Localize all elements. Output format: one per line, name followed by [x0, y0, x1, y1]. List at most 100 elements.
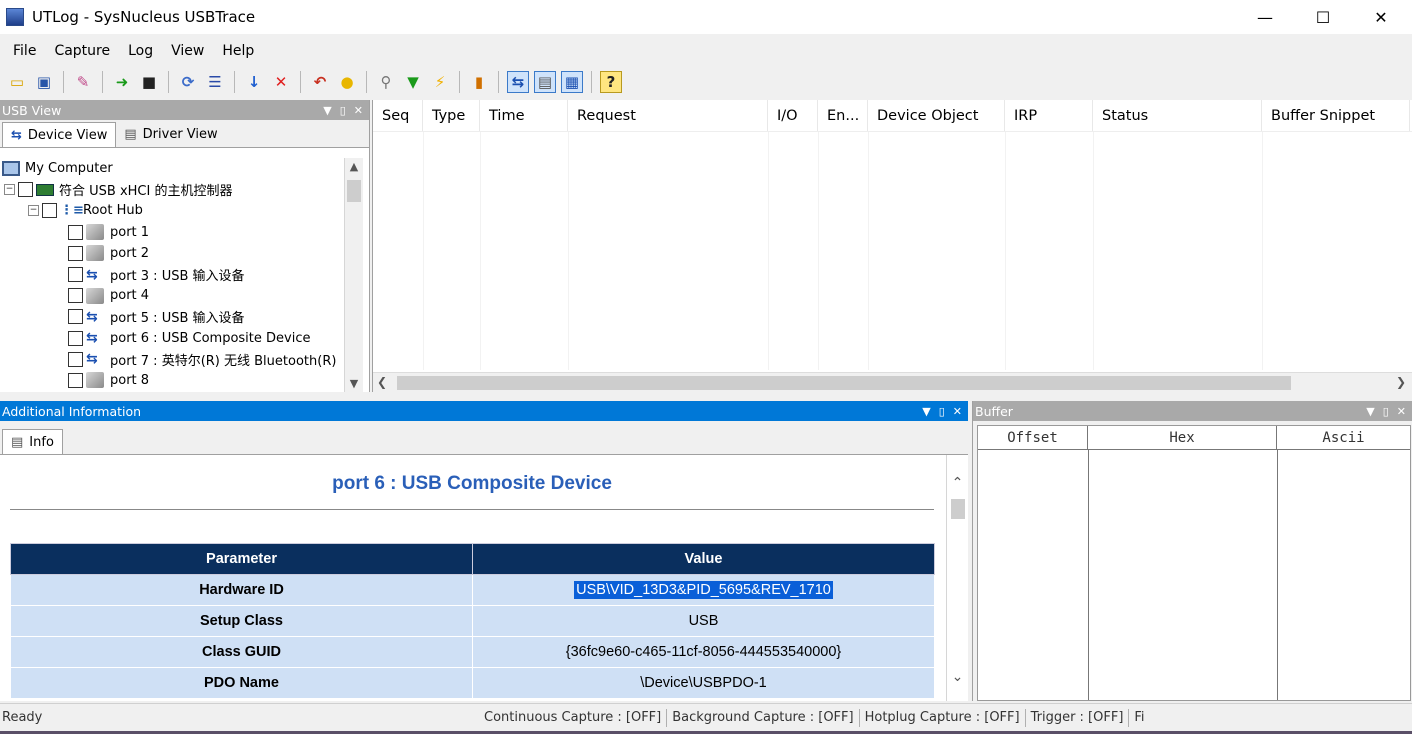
- refresh-icon[interactable]: ⟳: [177, 71, 199, 93]
- tree-item[interactable]: port 4: [0, 285, 344, 306]
- tree-item[interactable]: port 2: [0, 243, 344, 264]
- col-offset: Offset: [978, 426, 1088, 449]
- selected-text[interactable]: USB\VID_13D3&PID_5695&REV_1710: [574, 581, 833, 599]
- edit-pencil-icon[interactable]: ✎: [72, 71, 94, 93]
- close-button[interactable]: ✕: [1352, 0, 1410, 34]
- tree-item[interactable]: ⇆ port 6 : USB Composite Device: [0, 328, 344, 349]
- param-value[interactable]: USB: [472, 605, 935, 637]
- tab-info[interactable]: ▤ Info: [2, 429, 63, 454]
- status-bar: Ready Continuous Capture : [OFF] Backgro…: [0, 703, 1412, 731]
- status-separator: [1128, 708, 1130, 727]
- trigger-icon[interactable]: ⚡: [429, 71, 451, 93]
- panel-close-icon[interactable]: ✕: [1397, 405, 1406, 418]
- minimize-button[interactable]: —: [1236, 0, 1294, 34]
- collapse-icon[interactable]: −: [28, 205, 39, 217]
- scroll-right-icon[interactable]: ❯: [1396, 375, 1406, 389]
- tree-item[interactable]: − ⋮≡ Root Hub: [0, 200, 344, 221]
- tab-label: Driver View: [142, 127, 218, 142]
- col-io[interactable]: I/O: [768, 100, 818, 131]
- scroll-thumb[interactable]: [951, 499, 965, 519]
- scroll-down-icon[interactable]: ⌄: [947, 669, 968, 685]
- additional-info-title: Additional Information: [2, 403, 142, 419]
- collapse-icon[interactable]: −: [4, 184, 15, 196]
- buffer-view-icon[interactable]: ▦: [561, 71, 583, 93]
- divider: [10, 509, 934, 510]
- maximize-button[interactable]: ☐: [1294, 0, 1352, 34]
- tree-checkbox[interactable]: [68, 267, 83, 283]
- tree-checkbox[interactable]: [18, 182, 33, 198]
- tab-driver-view[interactable]: ▤ Driver View: [116, 122, 225, 147]
- panel-close-icon[interactable]: ✕: [953, 405, 962, 418]
- statistics-icon[interactable]: ▮: [468, 71, 490, 93]
- tree-checkbox[interactable]: [68, 288, 83, 304]
- scroll-down-icon[interactable]: ▼: [345, 377, 363, 390]
- panel-menu-icon[interactable]: ▼: [323, 104, 331, 117]
- tree-checkbox[interactable]: [42, 203, 57, 219]
- tree-item[interactable]: ⇆ port 5 : USB 输入设备: [0, 306, 344, 327]
- col-status[interactable]: Status: [1093, 100, 1262, 131]
- tree-item[interactable]: ⇆ port 7 : 英特尔(R) 无线 Bluetooth(R): [0, 349, 344, 370]
- tree-item-label: My Computer: [25, 161, 113, 177]
- col-irp[interactable]: IRP: [1005, 100, 1093, 131]
- list-icon[interactable]: ☰: [204, 71, 226, 93]
- menu-capture[interactable]: Capture: [45, 43, 119, 59]
- tree-checkbox[interactable]: [68, 224, 83, 240]
- open-folder-icon[interactable]: ▭: [6, 71, 28, 93]
- tree-item[interactable]: ⇆ port 3 : USB 输入设备: [0, 264, 344, 285]
- col-type[interactable]: Type: [423, 100, 480, 131]
- info-scrollbar[interactable]: ⌃ ⌄: [946, 455, 968, 701]
- column-gridline: [818, 132, 819, 370]
- param-value[interactable]: \Device\USBPDO-1: [472, 667, 935, 699]
- tree-checkbox[interactable]: [68, 309, 83, 325]
- tree-checkbox[interactable]: [68, 245, 83, 261]
- col-seq[interactable]: Seq: [373, 100, 423, 131]
- help-icon[interactable]: ?: [600, 71, 622, 93]
- panel-close-icon[interactable]: ✕: [354, 104, 363, 117]
- scroll-down-icon[interactable]: ↓: [243, 71, 265, 93]
- col-request[interactable]: Request: [568, 100, 768, 131]
- menu-file[interactable]: File: [4, 43, 45, 59]
- col-endpoint[interactable]: En...: [818, 100, 868, 131]
- tree-checkbox[interactable]: [68, 330, 83, 346]
- scroll-left-icon[interactable]: ❮: [377, 375, 387, 389]
- pin-icon[interactable]: ▯: [1383, 405, 1389, 418]
- menu-help[interactable]: Help: [213, 43, 263, 59]
- bulb-icon[interactable]: ●: [336, 71, 358, 93]
- col-device-object[interactable]: Device Object: [868, 100, 1005, 131]
- tree-checkbox[interactable]: [68, 372, 83, 388]
- find-icon[interactable]: ⚲: [375, 71, 397, 93]
- panel-menu-icon[interactable]: ▼: [1366, 405, 1374, 418]
- scroll-thumb[interactable]: [397, 376, 1291, 390]
- param-value[interactable]: {36fc9e60-c465-11cf-8056-444553540000}: [472, 636, 935, 668]
- col-hex: Hex: [1088, 426, 1277, 449]
- tab-device-view[interactable]: ⇆ Device View: [2, 122, 117, 147]
- pin-icon[interactable]: ▯: [340, 104, 346, 117]
- tree-item[interactable]: port 8: [0, 370, 344, 391]
- info-view-icon[interactable]: ▤: [534, 71, 556, 93]
- col-buffer-snippet[interactable]: Buffer Snippet: [1262, 100, 1410, 131]
- param-value[interactable]: USB\VID_13D3&PID_5695&REV_1710: [472, 574, 935, 606]
- menu-view[interactable]: View: [162, 43, 213, 59]
- col-time[interactable]: Time: [480, 100, 568, 131]
- tree-item[interactable]: My Computer: [0, 158, 344, 179]
- tree-item[interactable]: − 符合 USB xHCI 的主机控制器: [0, 179, 344, 200]
- column-gridline: [1262, 132, 1263, 370]
- tree-scrollbar[interactable]: ▲ ▼: [344, 158, 363, 392]
- scroll-up-icon[interactable]: ⌃: [947, 475, 968, 491]
- usb-view-icon[interactable]: ⇆: [507, 71, 529, 93]
- start-capture-icon[interactable]: ➜: [111, 71, 133, 93]
- clear-log-icon[interactable]: ✕: [270, 71, 292, 93]
- scroll-thumb[interactable]: [347, 180, 361, 202]
- menu-log[interactable]: Log: [119, 43, 162, 59]
- scroll-up-icon[interactable]: ▲: [345, 160, 363, 173]
- undo-icon[interactable]: ↶: [309, 71, 331, 93]
- stop-capture-icon[interactable]: ■: [138, 71, 160, 93]
- panel-menu-icon[interactable]: ▼: [922, 405, 930, 418]
- pin-icon[interactable]: ▯: [939, 405, 945, 418]
- tree-item-label: port 5 : USB 输入设备: [110, 311, 245, 327]
- filter-icon[interactable]: ▼: [402, 71, 424, 93]
- tree-checkbox[interactable]: [68, 351, 83, 367]
- tree-item[interactable]: port 1: [0, 222, 344, 243]
- log-horizontal-scrollbar[interactable]: ❮ ❯: [373, 372, 1412, 392]
- save-icon[interactable]: ▣: [33, 71, 55, 93]
